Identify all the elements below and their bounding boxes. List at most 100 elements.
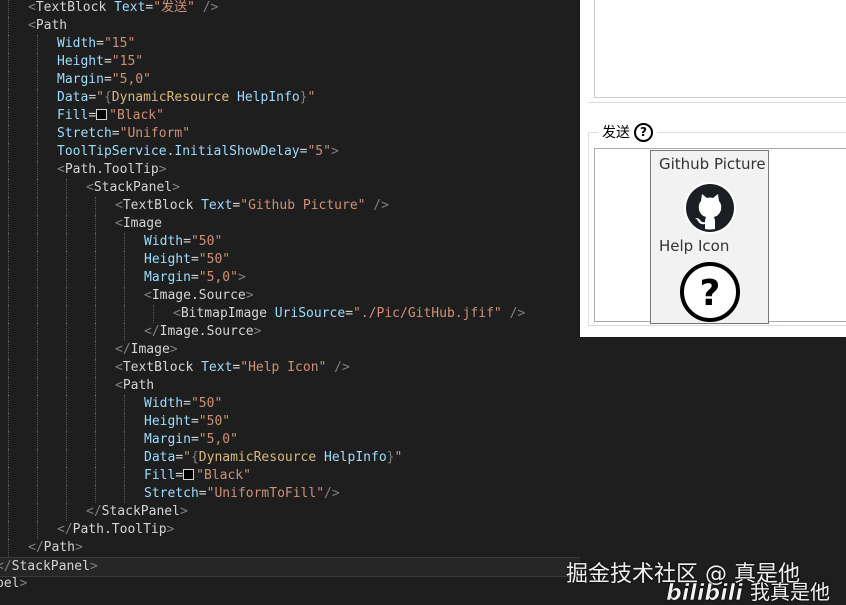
indent-guide (37, 413, 38, 431)
code-line[interactable]: Margin="5,0" (0, 431, 580, 449)
indent-guide (8, 377, 9, 395)
indent-guide (124, 449, 125, 467)
indent-guide (37, 341, 38, 359)
indent-guide (95, 323, 96, 341)
indent-guide (8, 71, 9, 89)
indent-guide (66, 341, 67, 359)
indent-guide (8, 503, 9, 521)
code-line[interactable]: <Path.ToolTip> (0, 161, 580, 179)
indent-guide (37, 449, 38, 467)
indent-guide (66, 413, 67, 431)
indent-guide (37, 431, 38, 449)
code-line[interactable]: <BitmapImage UriSource="./Pic/GitHub.jfi… (0, 305, 580, 323)
code-line[interactable]: Data="{DynamicResource HelpInfo}" (0, 89, 580, 107)
indent-guide (95, 377, 96, 395)
indent-guide (37, 143, 38, 161)
indent-guide (8, 197, 9, 215)
indent-guide (124, 287, 125, 305)
indent-guide (8, 431, 9, 449)
watermark-user: 我真是他 (750, 580, 830, 604)
color-swatch-icon (96, 109, 108, 120)
code-line[interactable]: Height="15" (0, 53, 580, 71)
indent-guide (66, 233, 67, 251)
code-line[interactable]: Width="15" (0, 35, 580, 53)
tooltip-github-title: Github Picture (659, 155, 766, 173)
help-icon[interactable]: ? (634, 122, 653, 142)
upper-textbox[interactable] (594, 0, 846, 98)
code-line[interactable]: ToolTipService.InitialShowDelay="5"> (0, 143, 580, 161)
code-line[interactable]: </Path.ToolTip> (0, 521, 580, 539)
code-line[interactable]: Width="50" (0, 395, 580, 413)
code-line[interactable]: <TextBlock Text="发送" /> (0, 0, 580, 17)
indent-guide (66, 251, 67, 269)
indent-guide (66, 179, 67, 197)
tooltip-popup: Github Picture Help Icon ? (650, 150, 769, 324)
indent-guide (37, 395, 38, 413)
code-line[interactable]: <TextBlock Text="Github Picture" /> (0, 197, 580, 215)
code-line[interactable]: </Image> (0, 341, 580, 359)
code-line[interactable]: Margin="5,0" (0, 71, 580, 89)
indent-guide (95, 467, 96, 485)
indent-guide (8, 341, 9, 359)
code-line[interactable]: Fill= "Black" (0, 107, 580, 125)
code-line[interactable]: Stretch="UniformToFill"/> (0, 485, 580, 503)
indent-guide (124, 485, 125, 503)
indent-guide (8, 485, 9, 503)
indent-guide (8, 413, 9, 431)
tooltip-help-title: Help Icon (659, 237, 730, 255)
code-line[interactable]: Fill= "Black" (0, 467, 580, 485)
indent-guide (95, 395, 96, 413)
indent-guide (124, 233, 125, 251)
indent-guide (8, 287, 9, 305)
indent-guide (66, 485, 67, 503)
indent-guide (37, 215, 38, 233)
indent-guide (124, 251, 125, 269)
indent-guide (37, 377, 38, 395)
indent-guide (37, 161, 38, 179)
code-line[interactable]: <Image (0, 215, 580, 233)
code-line[interactable]: <Path (0, 17, 580, 35)
indent-guide (8, 0, 9, 17)
indent-guide (8, 53, 9, 71)
indent-guide (8, 359, 9, 377)
indent-guide (124, 305, 125, 323)
indent-guide (95, 431, 96, 449)
help-icon-large: ? (680, 262, 740, 322)
indent-guide (95, 251, 96, 269)
code-line[interactable]: Stretch="Uniform" (0, 125, 580, 143)
code-line[interactable]: <TextBlock Text="Help Icon" /> (0, 359, 580, 377)
indent-guide (8, 467, 9, 485)
indent-guide (37, 359, 38, 377)
indent-guide (37, 35, 38, 53)
groupbox-header: 发送 ? (598, 121, 657, 143)
code-line[interactable]: Height="50" (0, 251, 580, 269)
indent-guide (8, 305, 9, 323)
color-swatch-icon (183, 469, 195, 480)
indent-guide (37, 233, 38, 251)
indent-guide (8, 89, 9, 107)
code-line[interactable]: Margin="5,0"> (0, 269, 580, 287)
indent-guide (8, 323, 9, 341)
code-line[interactable]: <StackPanel> (0, 179, 580, 197)
code-line[interactable]: Width="50" (0, 233, 580, 251)
code-line[interactable]: <Path (0, 377, 580, 395)
code-line[interactable]: </Path> (0, 539, 580, 557)
indent-guide (95, 287, 96, 305)
code-line[interactable]: </StackPanel> (0, 503, 580, 521)
bilibili-logo-icon: bilibili (666, 581, 744, 604)
indent-guide (37, 521, 38, 539)
indent-guide (8, 251, 9, 269)
indent-guide (95, 197, 96, 215)
indent-guide (37, 269, 38, 287)
indent-guide (95, 413, 96, 431)
code-line[interactable]: Data="{DynamicResource HelpInfo}" (0, 449, 580, 467)
indent-guide (66, 287, 67, 305)
code-line[interactable]: <Image.Source> (0, 287, 580, 305)
code-line[interactable]: bel> (0, 575, 580, 593)
indent-guide (37, 503, 38, 521)
code-line[interactable]: </Image.Source> (0, 323, 580, 341)
indent-guide (37, 305, 38, 323)
code-line[interactable]: Height="50" (0, 413, 580, 431)
code-line[interactable]: </StackPanel> (0, 557, 580, 577)
indent-guide (37, 53, 38, 71)
